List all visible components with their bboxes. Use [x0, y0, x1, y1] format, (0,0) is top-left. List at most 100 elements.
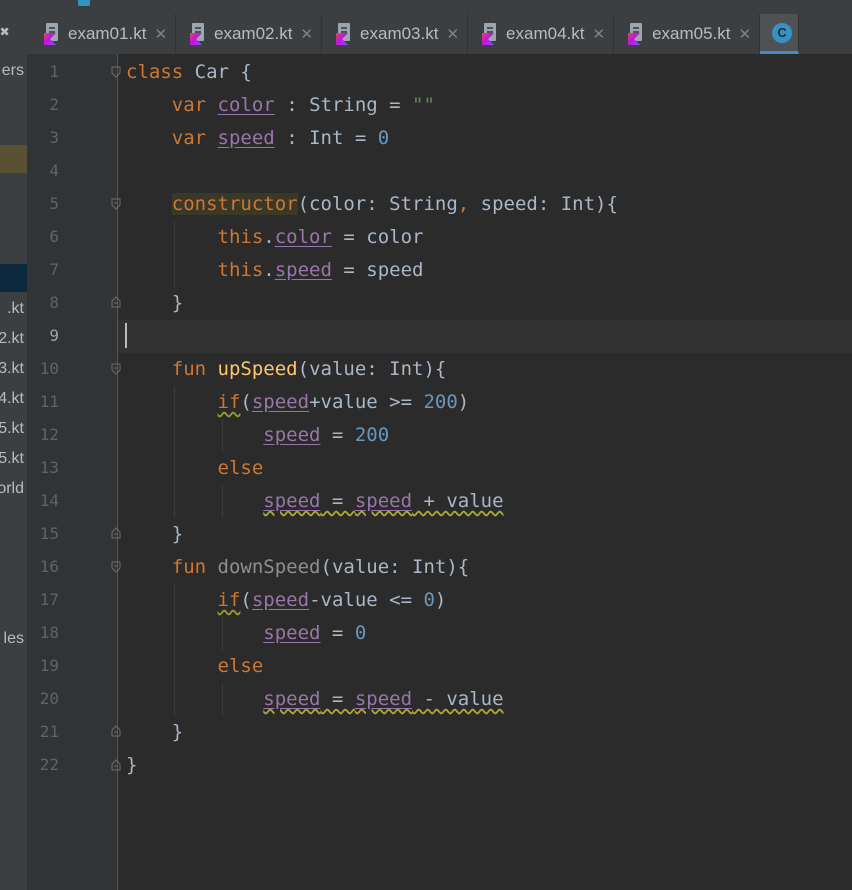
- close-icon[interactable]: ✕: [739, 25, 752, 43]
- project-tree-item[interactable]: orld: [0, 480, 24, 498]
- tab-exam05[interactable]: exam05.kt ✕: [614, 14, 761, 54]
- property: speed: [263, 688, 321, 710]
- property: color: [274, 226, 332, 248]
- toolbar-strip: [0, 0, 852, 13]
- project-tree-item[interactable]: 5.kt: [0, 420, 24, 438]
- code-line[interactable]: fun downSpeed(value: Int){: [126, 551, 469, 584]
- close-icon[interactable]: ✕: [154, 25, 167, 43]
- code-line[interactable]: fun upSpeed(value: Int){: [126, 353, 447, 386]
- tab-exam03[interactable]: exam03.kt ✕: [322, 14, 469, 54]
- code-line[interactable]: constructor(color: String, speed: Int){: [126, 188, 618, 221]
- keyword: class: [126, 61, 184, 83]
- line-number: 8: [49, 293, 59, 312]
- code-text: =: [320, 688, 355, 710]
- project-tree-item[interactable]: 4.kt: [0, 390, 24, 408]
- code-text: (color: String: [297, 193, 458, 215]
- code-text: speed: Int){: [469, 193, 618, 215]
- fold-close-icon[interactable]: [111, 296, 121, 308]
- code-line[interactable]: var speed : Int = 0: [126, 122, 389, 155]
- tab-exam04[interactable]: exam04.kt ✕: [468, 14, 615, 54]
- code-line[interactable]: this.color = color: [126, 221, 424, 254]
- kotlin-file-icon: [336, 23, 354, 45]
- project-tree-item[interactable]: 2.kt: [0, 330, 24, 348]
- code-line[interactable]: speed = speed - value: [126, 683, 504, 716]
- property: speed: [274, 259, 332, 281]
- property: speed: [263, 424, 321, 446]
- close-panel-icon[interactable]: ✖: [0, 22, 10, 41]
- fold-open-icon[interactable]: [111, 198, 121, 210]
- fold-open-icon[interactable]: [111, 66, 121, 78]
- toolbar-icon[interactable]: [78, 0, 90, 6]
- property: speed: [251, 391, 310, 413]
- code-line[interactable]: }: [126, 716, 183, 749]
- fold-close-icon[interactable]: [111, 725, 121, 737]
- code-line[interactable]: speed = speed + value: [126, 485, 503, 518]
- line-number: 4: [49, 161, 59, 180]
- kotlin-file-icon: [190, 23, 208, 45]
- code-text: (: [240, 391, 252, 413]
- code-line[interactable]: else: [126, 650, 264, 683]
- fold-close-icon[interactable]: [111, 759, 121, 771]
- text-caret: [125, 323, 127, 348]
- code-line[interactable]: }: [126, 749, 137, 782]
- code-line[interactable]: this.speed = speed: [126, 254, 424, 287]
- project-tree-item[interactable]: .kt: [7, 300, 24, 318]
- tab-exam02[interactable]: exam02.kt ✕: [176, 14, 323, 54]
- code-text: +value >=: [309, 391, 424, 413]
- tab-car-class[interactable]: C: [760, 14, 800, 54]
- fold-open-icon[interactable]: [111, 363, 121, 375]
- line-number: 7: [49, 260, 59, 279]
- code-text: ): [434, 589, 447, 611]
- code-text: = speed: [331, 259, 424, 281]
- code-text: =: [320, 490, 355, 512]
- tab-exam01[interactable]: exam01.kt ✕: [30, 14, 177, 54]
- property: speed: [263, 490, 321, 512]
- code-line[interactable]: speed = 200: [126, 419, 389, 452]
- project-tree-item[interactable]: 5.kt: [0, 450, 24, 468]
- line-number: 11: [39, 392, 59, 411]
- project-tree-item[interactable]: 3.kt: [0, 360, 24, 378]
- keyword: var: [171, 127, 207, 149]
- kotlin-class-icon: C: [772, 22, 793, 43]
- code-line[interactable]: else: [126, 452, 264, 485]
- project-panel: ers .kt 2.kt 3.kt 4.kt 5.kt 5.kt orld le…: [0, 54, 27, 890]
- fold-open-icon[interactable]: [111, 561, 121, 573]
- project-tree-item[interactable]: ers: [2, 62, 24, 80]
- tab-label: exam03.kt: [360, 24, 439, 43]
- code-text: - value: [412, 688, 504, 710]
- code-text: ): [457, 391, 470, 413]
- line-number: 1: [49, 62, 59, 81]
- code-line[interactable]: speed = 0: [126, 617, 366, 650]
- comma: ,: [457, 193, 470, 215]
- code-line[interactable]: if(speed-value <= 0): [126, 584, 447, 617]
- brace: }: [171, 721, 184, 743]
- code-line[interactable]: if(speed+value >= 200): [126, 386, 470, 419]
- code-line[interactable]: var color : String = "": [126, 89, 435, 122]
- close-icon[interactable]: ✕: [300, 25, 313, 43]
- brace: }: [171, 292, 184, 314]
- code-text: (value: Int){: [297, 358, 447, 380]
- code-line[interactable]: class Car {: [126, 56, 252, 89]
- line-number: 20: [39, 689, 59, 708]
- line-number: 2: [49, 95, 59, 114]
- number-literal: 200: [354, 424, 390, 446]
- keyword: fun: [171, 556, 207, 578]
- function-name-unused: downSpeed: [217, 556, 321, 578]
- code-text: =: [320, 622, 355, 644]
- code-text: -value <=: [309, 589, 424, 611]
- line-number: 13: [39, 458, 59, 477]
- close-icon[interactable]: ✕: [446, 25, 459, 43]
- project-tree-item[interactable]: les: [4, 630, 24, 648]
- kotlin-file-icon: [628, 23, 646, 45]
- tab-label: exam04.kt: [506, 24, 585, 43]
- close-icon[interactable]: ✕: [592, 25, 605, 43]
- code-line[interactable]: }: [126, 287, 183, 320]
- line-number: 22: [39, 755, 59, 774]
- string-literal: "": [412, 94, 435, 116]
- line-number: 3: [49, 128, 59, 147]
- project-focus-highlight: [0, 264, 27, 292]
- fold-close-icon[interactable]: [111, 527, 121, 539]
- code-line[interactable]: }: [126, 518, 183, 551]
- kotlin-file-icon: [44, 23, 62, 45]
- code-text: = color: [331, 226, 424, 248]
